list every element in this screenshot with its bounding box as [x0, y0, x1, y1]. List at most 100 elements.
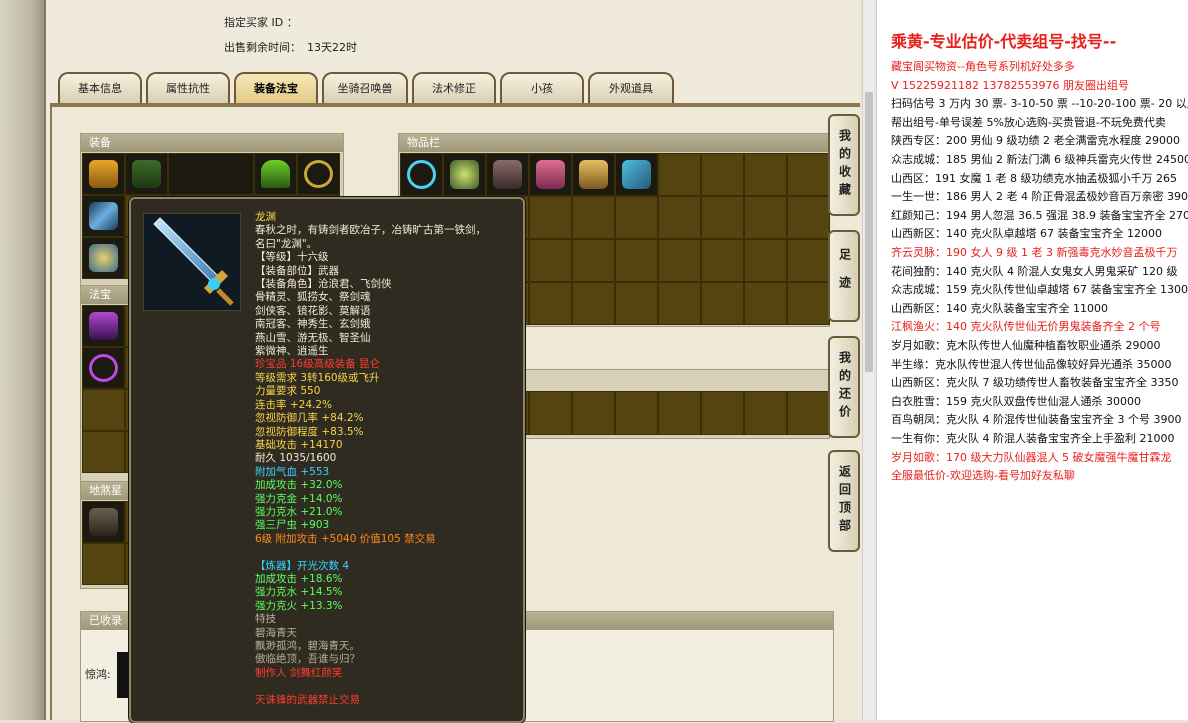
inventory-slot[interactable] [701, 196, 744, 239]
magic-slot[interactable] [82, 431, 125, 473]
document-line: 扫码估号 3 万内 30 票- 3-10-50 票 --10-20-100 票-… [891, 97, 1188, 111]
storage-slot[interactable] [615, 391, 658, 435]
storage-slot[interactable] [701, 391, 744, 435]
tooltip-line: 【等级】十六级 [255, 251, 329, 264]
inventory-slot-4[interactable] [529, 153, 572, 196]
tooltip-line: 力量要求 550 [255, 385, 321, 398]
tab-label: 基本信息 [78, 82, 122, 95]
inventory-slot[interactable] [701, 282, 744, 325]
inventory-slot[interactable] [615, 282, 658, 325]
tooltip-line: 附加气血 +553 [255, 465, 330, 478]
tooltip-line: 忽视防御程度 +83.5% [255, 425, 364, 438]
inventory-slot[interactable] [615, 196, 658, 239]
inventory-slot[interactable] [572, 196, 615, 239]
equipment-slot-cloak[interactable] [125, 153, 168, 195]
equipment-slot-weapon[interactable] [82, 195, 125, 237]
tooltip-line: 强力克水 +21.0% [255, 505, 343, 518]
tooltip-text: 龙渊 春秋之时，有铸剑者欧冶子，冶铸旷古第一铁剑， 名曰"龙渊"。 【等级】十六级【… [255, 211, 517, 707]
tooltip-line: 珍宝品 16级高级装备 昆仑 [255, 358, 381, 371]
footprint-button[interactable]: 足迹 [828, 230, 860, 322]
document-line: 花间独酌：140 克火队 4 阶混人女鬼女人男鬼采矿 120 级 [891, 264, 1178, 278]
tooltip-item-name: 龙渊 [255, 211, 276, 223]
tab-spell-mods[interactable]: 法术修正 [412, 72, 496, 104]
document-line: V 15225921182 13782553976 朋友圈出组号 [891, 78, 1129, 92]
document-line: 一生一世：186 男人 2 老 4 阶正骨混孟极妙音百万亲密 390 [891, 190, 1188, 204]
my-bargain-button[interactable]: 我的还价 [828, 336, 860, 438]
storage-slot[interactable] [744, 391, 787, 435]
tooltip-line: 强力克水 +14.5% [255, 586, 343, 599]
magic-slot-2[interactable] [82, 347, 125, 389]
item-tooltip: 龙渊 春秋之时，有铸剑者欧冶子，冶铸旷古第一铁剑， 名曰"龙渊"。 【等级】十六级【… [129, 197, 525, 723]
tooltip-line: 基础攻击 +14170 [255, 438, 343, 451]
equipment-panel-title: 装备 [81, 134, 343, 152]
inventory-slot[interactable] [701, 239, 744, 282]
tooltip-line: 南冠客、神秀生、玄剑娥 [255, 318, 371, 331]
inventory-slot[interactable] [744, 239, 787, 282]
my-favorites-button[interactable]: 我的收藏 [828, 114, 860, 216]
inventory-slot[interactable] [658, 239, 701, 282]
tooltip-line: 剑侠客、镜花影、莫解语 [255, 304, 371, 317]
equipment-slot-empty[interactable] [168, 153, 254, 195]
tooltip-line: 强力克火 +13.3% [255, 599, 343, 612]
ground-slot[interactable] [82, 543, 125, 585]
document-line: 齐云灵脉：190 女人 9 级 1 老 3 新强毒克水妙音孟极千万 [891, 246, 1178, 259]
tooltip-line: 碧海青天 [255, 626, 297, 639]
inventory-slot[interactable] [787, 153, 830, 196]
my-favorites-label: 我的收藏 [837, 129, 852, 201]
inventory-slot[interactable] [658, 282, 701, 325]
inventory-slot[interactable] [529, 282, 572, 325]
inventory-slot[interactable] [615, 239, 658, 282]
tab-children[interactable]: 小孩 [500, 72, 584, 104]
notes-document: 乘黄-专业估价-代卖组号-找号-- 藏宝阁买物资--角色号系列机好处多多 V 15… [876, 0, 1188, 720]
equipment-slot-accessory[interactable] [82, 237, 125, 279]
inventory-slot[interactable] [787, 282, 830, 325]
tooltip-line: 连击率 +24.2% [255, 398, 332, 411]
tab-basic-info[interactable]: 基本信息 [58, 72, 142, 104]
document-title: 乘黄-专业估价-代卖组号-找号-- [891, 32, 1117, 51]
inventory-slot[interactable] [572, 239, 615, 282]
inventory-slot-2[interactable] [443, 153, 486, 196]
storage-slot[interactable] [658, 391, 701, 435]
inventory-slot[interactable] [787, 239, 830, 282]
equipment-slot-necklace[interactable] [297, 153, 340, 195]
document-line: 山西新区：克火队 7 级功绩传世人畜牧装备宝宝齐全 3350 [891, 376, 1179, 390]
inventory-slot-6[interactable] [615, 153, 658, 196]
inventory-slot[interactable] [744, 153, 787, 196]
tooltip-line: 加成攻击 +18.6% [255, 572, 343, 585]
inventory-slot[interactable] [744, 196, 787, 239]
equipment-slot-armor[interactable] [82, 153, 125, 195]
document-line: 一生有你：克火队 4 阶混人装备宝宝齐全上手盈利 21000 [891, 432, 1175, 445]
storage-slot[interactable] [572, 391, 615, 435]
magic-slot-1[interactable] [82, 305, 125, 347]
back-to-top-button[interactable]: 返回顶部 [828, 450, 860, 552]
ground-slot-1[interactable] [82, 501, 125, 543]
inventory-slot-1[interactable] [400, 153, 443, 196]
tooltip-line: 特技 [255, 613, 276, 626]
document-line: 半生缘：克水队传世混人传世仙品像较好异光通杀 35000 [891, 357, 1172, 371]
tooltip-line: 天诛锋的武器禁止交易 [255, 693, 360, 706]
inventory-slot-5[interactable] [572, 153, 615, 196]
inventory-slot[interactable] [658, 153, 701, 196]
inventory-slot[interactable] [787, 196, 830, 239]
tab-appearance[interactable]: 外观道具 [588, 72, 674, 104]
tab-attributes[interactable]: 属性抗性 [146, 72, 230, 104]
tab-equipment[interactable]: 装备法宝 [234, 72, 318, 104]
magic-slot[interactable] [82, 389, 125, 431]
inventory-slot[interactable] [744, 282, 787, 325]
page-scrollbar[interactable] [862, 0, 875, 720]
document-line: 山西新区：140 克火队卓越塔 67 装备宝宝齐全 12000 [891, 227, 1162, 241]
inventory-slot-3[interactable] [486, 153, 529, 196]
tooltip-line: 忽视防御几率 +84.2% [255, 412, 364, 425]
inventory-slot[interactable] [658, 196, 701, 239]
tooltip-line: 燕山雪、游无极、智圣仙 [255, 331, 371, 344]
inventory-slot[interactable] [701, 153, 744, 196]
inventory-slot[interactable] [572, 282, 615, 325]
storage-slot[interactable] [787, 391, 830, 435]
scroll-thumb[interactable] [865, 92, 873, 372]
inventory-slot[interactable] [529, 196, 572, 239]
equipment-slot-helmet[interactable] [254, 153, 297, 195]
inventory-slot[interactable] [529, 239, 572, 282]
storage-slot[interactable] [529, 391, 572, 435]
window-left-border [0, 0, 46, 720]
tab-mounts-pets[interactable]: 坐骑召唤兽 [322, 72, 408, 104]
